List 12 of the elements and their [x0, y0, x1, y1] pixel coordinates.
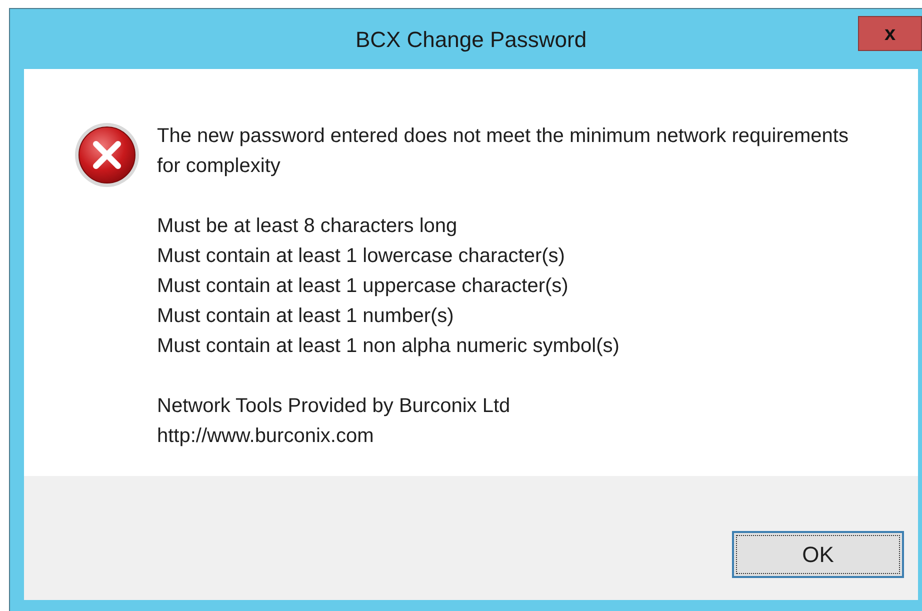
error-message: The new password entered does not meet the minimum network requirements for complexity — [157, 124, 850, 179]
window-title: BCX Change Password — [355, 26, 587, 54]
requirement-text: Must contain at least 1 lowercase character(s) — [157, 244, 566, 269]
requirement-text: Must contain at least 1 number(s) — [157, 304, 455, 329]
error-icon — [74, 122, 140, 188]
requirement-text: Must contain at least 1 uppercase character(s) — [157, 274, 570, 299]
requirement-text: Must contain at least 1 non alpha numeric symbol(s) — [157, 334, 620, 359]
close-button[interactable]: x — [858, 16, 922, 51]
ok-button[interactable]: OK — [732, 531, 904, 578]
requirement-text: Must be at least 8 characters long — [157, 214, 458, 239]
provider-text: http://www.burconix.com — [157, 424, 375, 449]
provider-text: Network Tools Provided by Burconix Ltd — [157, 394, 512, 419]
